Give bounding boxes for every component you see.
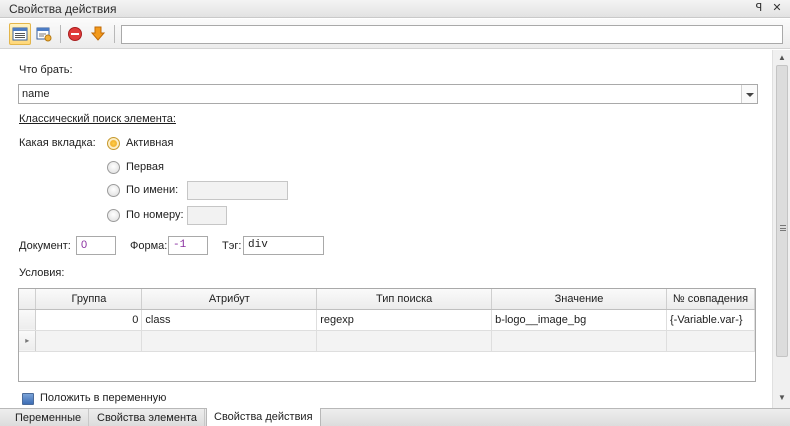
- column-header-match-number[interactable]: № совпадения: [666, 289, 756, 310]
- tag-label: Тэг:: [222, 240, 242, 252]
- window-settings-button[interactable]: [33, 23, 55, 45]
- vertical-scrollbar[interactable]: ▲ ▼: [772, 50, 790, 408]
- document-field[interactable]: 0: [76, 236, 116, 255]
- table-row[interactable]: 0 class regexp b-logo__image_bg {-Variab…: [19, 309, 756, 331]
- row-indicator[interactable]: [19, 309, 37, 331]
- radio-by-name-label: По имени:: [126, 184, 179, 196]
- tab-variables[interactable]: Переменные: [8, 409, 90, 426]
- conditions-label: Условия:: [19, 267, 65, 279]
- cell-match-number[interactable]: {-Variable.var-}: [666, 309, 756, 331]
- column-header-attribute[interactable]: Атрибут: [141, 289, 318, 310]
- toolbar: [0, 19, 790, 49]
- arrow-down-icon: [90, 26, 106, 41]
- table-view-button[interactable]: [9, 23, 31, 45]
- what-take-combobox[interactable]: name: [18, 84, 758, 104]
- close-icon[interactable]: ✕: [770, 1, 784, 16]
- chevron-down-icon[interactable]: [741, 85, 757, 103]
- new-cell-match-number[interactable]: [666, 330, 756, 352]
- toolbar-text-input[interactable]: [121, 25, 783, 44]
- save-to-variable-checkbox[interactable]: [22, 393, 34, 405]
- table-view-icon: [12, 27, 28, 41]
- classic-search-label: Классический поиск элемента:: [19, 113, 176, 125]
- action-properties-content: Что брать: name Классический поиск элеме…: [0, 50, 772, 408]
- radio-first-tab[interactable]: [107, 161, 120, 174]
- radio-by-name[interactable]: [107, 184, 120, 197]
- radio-first-tab-label: Первая: [126, 161, 164, 173]
- bottom-tab-strip: Переменные Свойства элемента Свойства де…: [0, 408, 790, 426]
- panel-title: Свойства действия: [9, 2, 117, 16]
- new-row-indicator-icon[interactable]: ▸: [19, 330, 37, 352]
- what-take-label: Что брать:: [19, 64, 73, 76]
- column-header-value[interactable]: Значение: [491, 289, 667, 310]
- tab-action-properties[interactable]: Свойства действия: [206, 408, 321, 426]
- new-cell-attribute[interactable]: [141, 330, 318, 352]
- stop-icon: [68, 27, 82, 41]
- grip-icon: [780, 225, 786, 231]
- new-row[interactable]: ▸: [19, 330, 756, 352]
- radio-active-tab[interactable]: [107, 137, 120, 150]
- toolbar-separator: [114, 25, 115, 43]
- document-label: Документ:: [19, 240, 71, 252]
- pin-icon[interactable]: ꟼ: [752, 1, 766, 16]
- radio-by-number[interactable]: [107, 209, 120, 222]
- column-header-group[interactable]: Группа: [35, 289, 143, 310]
- form-field[interactable]: -1: [168, 236, 208, 255]
- conditions-grid[interactable]: Группа Атрибут Тип поиска Значение № сов…: [18, 288, 756, 382]
- save-to-variable-label: Положить в переменную: [40, 392, 167, 404]
- radio-active-tab-label: Активная: [126, 137, 174, 149]
- scrollbar-thumb[interactable]: [776, 65, 788, 357]
- new-cell-group[interactable]: [35, 330, 143, 352]
- cell-value[interactable]: b-logo__image_bg: [491, 309, 667, 331]
- column-header-search-type[interactable]: Тип поиска: [316, 289, 493, 310]
- stop-button[interactable]: [64, 23, 86, 45]
- new-cell-value[interactable]: [491, 330, 667, 352]
- form-value: -1: [173, 239, 187, 251]
- scroll-up-icon[interactable]: ▲: [777, 53, 787, 62]
- form-label: Форма:: [130, 240, 168, 252]
- tab-select-label: Какая вкладка:: [19, 137, 96, 149]
- window-settings-icon: [36, 27, 52, 42]
- grid-header-row: Группа Атрибут Тип поиска Значение № сов…: [19, 289, 756, 310]
- scroll-down-icon[interactable]: ▼: [777, 393, 787, 402]
- what-take-value: name: [22, 88, 50, 100]
- tab-element-properties[interactable]: Свойства элемента: [90, 409, 206, 426]
- by-name-field[interactable]: [187, 181, 288, 200]
- cell-group[interactable]: 0: [35, 309, 143, 331]
- conditions-table: Группа Атрибут Тип поиска Значение № сов…: [19, 289, 756, 352]
- by-number-field[interactable]: [187, 206, 227, 225]
- tag-field[interactable]: div: [243, 236, 324, 255]
- tag-value: div: [248, 239, 268, 251]
- move-down-button[interactable]: [87, 23, 109, 45]
- document-value: 0: [81, 239, 88, 251]
- grid-corner-header: [19, 289, 37, 310]
- toolbar-separator: [60, 25, 61, 43]
- radio-by-number-label: По номеру:: [126, 209, 184, 221]
- cell-attribute[interactable]: class: [141, 309, 318, 331]
- cell-search-type[interactable]: regexp: [316, 309, 493, 331]
- new-cell-search-type[interactable]: [316, 330, 493, 352]
- panel-titlebar: Свойства действия ꟼ ✕: [0, 0, 790, 18]
